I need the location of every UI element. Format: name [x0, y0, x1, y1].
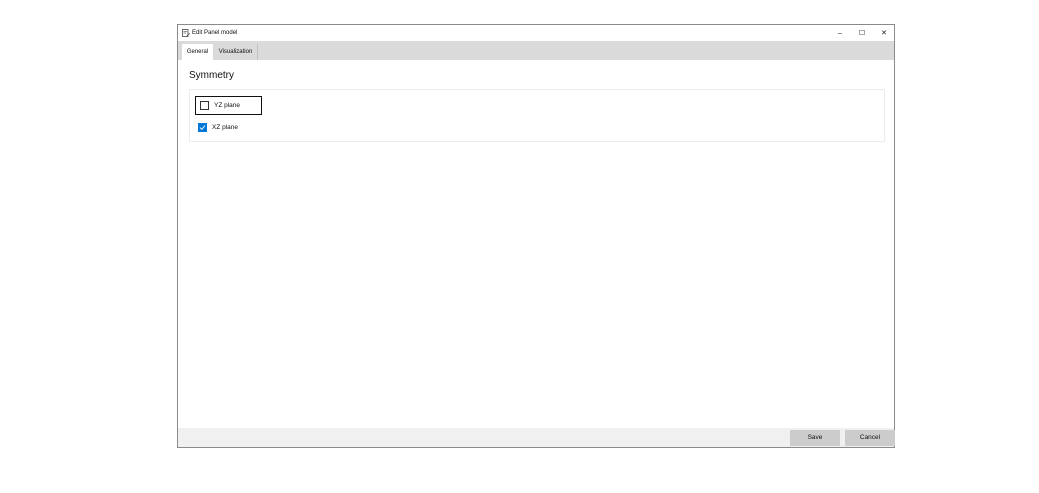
symmetry-group: YZ plane XZ plane: [189, 89, 885, 142]
minimize-icon: –: [838, 29, 842, 37]
cancel-button[interactable]: Cancel: [845, 430, 895, 446]
window-title: Edit Panel model: [192, 30, 238, 36]
close-button[interactable]: ✕: [872, 25, 896, 41]
checkmark-icon: [198, 122, 207, 132]
tab-strip: General Visualization: [178, 41, 894, 60]
xz-plane-checkbox[interactable]: XZ plane: [198, 120, 238, 134]
general-tab-content: Symmetry YZ plane XZ plane: [178, 60, 894, 428]
button-bar: Save Cancel: [178, 428, 895, 447]
tab-general[interactable]: General: [182, 44, 213, 60]
yz-plane-checkbox[interactable]: YZ plane: [195, 96, 262, 115]
checkbox-label: XZ plane: [212, 123, 239, 131]
close-icon: ✕: [881, 30, 887, 37]
tab-visualization[interactable]: Visualization: [214, 44, 258, 60]
edit-document-icon: [182, 29, 190, 37]
save-button[interactable]: Save: [790, 430, 840, 446]
edit-panel-model-window: Edit Panel model – ☐ ✕ General Visualiza…: [177, 24, 895, 448]
maximize-icon: ☐: [858, 30, 866, 37]
minimize-button[interactable]: –: [828, 25, 852, 41]
checkbox-label: YZ plane: [214, 102, 241, 109]
section-title: Symmetry: [189, 70, 234, 81]
checkbox-unchecked-icon: [200, 101, 209, 110]
maximize-button[interactable]: ☐: [850, 25, 874, 41]
title-bar: Edit Panel model – ☐ ✕: [178, 25, 894, 41]
